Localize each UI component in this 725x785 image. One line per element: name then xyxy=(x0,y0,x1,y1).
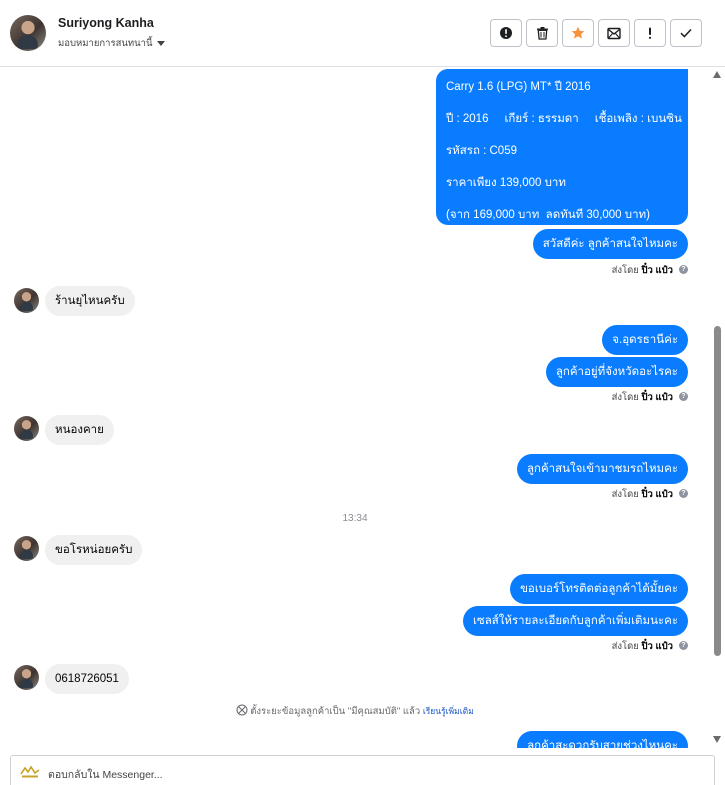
card-code: รหัสรถ : C059 xyxy=(446,145,517,157)
system-activity-note: ตั้งระยะข้อมูลลูกค้าเป็น "มีคุณสมบัติ" แ… xyxy=(0,704,710,719)
message-bubble-outgoing[interactable]: ลูกค้าสะดวกรับสายช่วงไหนคะ xyxy=(517,731,688,748)
sent-by-prefix: ส่งโดย xyxy=(611,641,639,652)
sent-by-label: ส่งโดย ปิ๋ว แป๋ว xyxy=(612,487,673,502)
sent-by-label: ส่งโดย ปิ๋ว แป๋ว xyxy=(612,639,673,654)
message-bubble-incoming[interactable]: ร้านยุไหนครับ xyxy=(45,286,135,316)
avatar[interactable] xyxy=(14,665,39,690)
message-bubble-incoming[interactable]: ขอโรหน่อยครับ xyxy=(45,535,143,565)
assign-conversation-dropdown[interactable]: มอบหมายการสนทนานี้ xyxy=(58,36,165,51)
spam-button[interactable] xyxy=(490,19,522,47)
lead-status-icon xyxy=(236,704,248,716)
sent-by-agent: ปิ๋ว แป๋ว xyxy=(641,392,674,403)
card-price: ราคาเพียง 139,000 บาท xyxy=(446,177,566,189)
message-bubble-outgoing[interactable]: ลูกค้าสนใจเข้ามาชมรถไหมคะ xyxy=(516,454,688,484)
message-bubble-incoming[interactable]: หนองคาย xyxy=(45,415,114,445)
info-icon[interactable]: ? xyxy=(679,265,688,274)
trash-icon xyxy=(536,27,548,40)
delete-button[interactable] xyxy=(526,19,558,47)
assign-label: มอบหมายการสนทนานี้ xyxy=(58,38,153,49)
mark-unread-button[interactable] xyxy=(598,19,630,47)
chevron-down-icon xyxy=(156,41,165,46)
chat-scrollbar[interactable] xyxy=(710,68,725,748)
star-icon xyxy=(571,26,585,39)
sent-by-agent: ปิ๋ว แป๋ว xyxy=(641,265,674,276)
sent-by-prefix: ส่งโดย xyxy=(611,392,639,403)
contact-name[interactable]: Suriyong Kanha xyxy=(58,16,154,30)
scrollbar-thumb[interactable] xyxy=(714,326,721,656)
follow-up-button[interactable] xyxy=(634,19,666,47)
card-title: Carry 1.6 (LPG) MT* ปี 2016 xyxy=(446,81,591,93)
envelope-icon xyxy=(607,27,621,39)
timestamp-separator: 13:34 xyxy=(342,513,368,524)
sent-by-label: ส่งโดย ปิ๋ว แป๋ว xyxy=(612,390,673,405)
message-bubble-outgoing[interactable]: ลูกค้าอยู่ที่จังหวัดอะไรคะ xyxy=(545,357,688,387)
exclamation-circle-icon xyxy=(500,27,512,39)
scroll-up-arrow-icon[interactable] xyxy=(713,71,721,78)
message-bubble-outgoing[interactable]: จ.อุดรธานีค่ะ xyxy=(602,325,688,355)
info-icon[interactable]: ? xyxy=(679,641,688,650)
exclamation-icon xyxy=(648,27,652,39)
conversation-header: Suriyong Kanha มอบหมายการสนทนานี้ xyxy=(0,0,725,67)
card-specs: ปี : 2016 เกียร์ : ธรรมดา เชื้อเพลิง : เ… xyxy=(446,113,682,125)
system-note-text: ตั้งระยะข้อมูลลูกค้าเป็น "มีคุณสมบัติ" แ… xyxy=(250,706,421,717)
product-card-message[interactable]: Carry 1.6 (LPG) MT* ปี 2016 ปี : 2016 เก… xyxy=(436,69,688,225)
info-icon[interactable]: ? xyxy=(679,489,688,498)
sent-by-agent: ปิ๋ว แป๋ว xyxy=(641,489,674,500)
reply-composer[interactable]: ตอบกลับใน Messenger... xyxy=(10,755,715,785)
message-bubble-incoming[interactable]: 0618726051 xyxy=(45,664,129,694)
page-logo-icon xyxy=(20,765,40,778)
info-icon[interactable]: ? xyxy=(679,392,688,401)
avatar[interactable] xyxy=(10,15,46,51)
mark-done-button[interactable] xyxy=(670,19,702,47)
check-icon xyxy=(680,28,692,38)
avatar[interactable] xyxy=(14,288,39,313)
message-bubble-outgoing[interactable]: ขอเบอร์โทรติดต่อลูกค้าได้มั้ยคะ xyxy=(510,574,688,604)
sent-by-agent: ปิ๋ว แป๋ว xyxy=(641,641,674,652)
message-bubble-outgoing[interactable]: เซลส์ให้รายละเอียดกับลูกค้าเพิ่มเติมนะคะ xyxy=(462,606,688,636)
sent-by-prefix: ส่งโดย xyxy=(611,265,639,276)
sent-by-prefix: ส่งโดย xyxy=(611,489,639,500)
message-thread[interactable]: Carry 1.6 (LPG) MT* ปี 2016 ปี : 2016 เก… xyxy=(0,68,710,748)
card-discount: (จาก 169,000 บาท ลดทันที 30,000 บาท) xyxy=(446,209,650,221)
conversation-toolbar xyxy=(490,19,702,47)
reply-input[interactable]: ตอบกลับใน Messenger... xyxy=(48,766,163,783)
learn-more-link[interactable]: เรียนรู้เพิ่มเติม xyxy=(423,706,474,716)
star-button[interactable] xyxy=(562,19,594,47)
sent-by-label: ส่งโดย ปิ๋ว แป๋ว xyxy=(612,263,673,278)
message-bubble-outgoing[interactable]: สวัสดีค่ะ ลูกค้าสนใจไหมคะ xyxy=(532,229,688,259)
avatar[interactable] xyxy=(14,416,39,441)
scroll-down-arrow-icon[interactable] xyxy=(713,736,721,743)
avatar[interactable] xyxy=(14,536,39,561)
